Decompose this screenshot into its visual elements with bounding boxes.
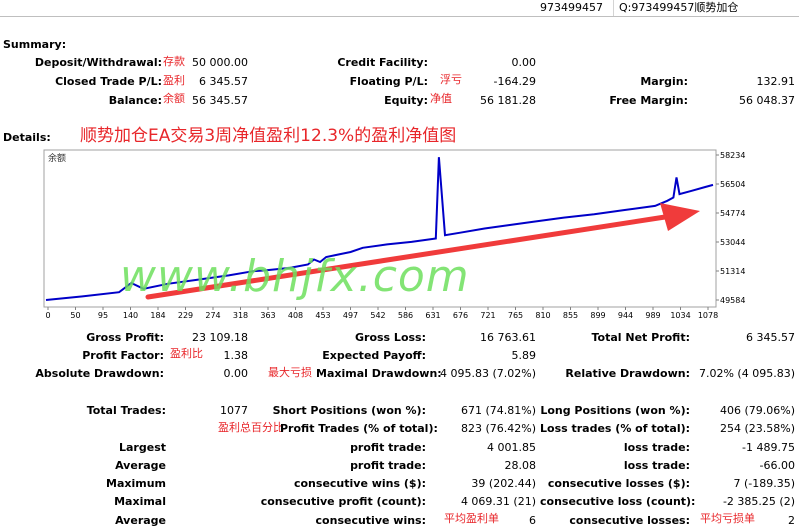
x-tick-label: 50 bbox=[70, 311, 80, 320]
x-tick-label: 497 bbox=[343, 311, 358, 320]
maximal-drawdown-note: 最大亏损 bbox=[268, 366, 312, 379]
average-loss-label: loss trade: bbox=[623, 459, 690, 472]
relative-drawdown-label: Relative Drawdown: bbox=[565, 367, 690, 380]
y-tick-label: 53044 bbox=[720, 238, 745, 247]
maximal-consecutive-profit-label: consecutive profit (count): bbox=[260, 495, 426, 508]
watermark: www.bhjfx.com bbox=[120, 251, 470, 302]
average-consecutive-label: Average bbox=[115, 514, 166, 527]
x-tick-label: 184 bbox=[150, 311, 165, 320]
x-tick-label: 586 bbox=[398, 311, 413, 320]
largest-profit-label: profit trade: bbox=[350, 441, 426, 454]
max-consecutive-losses-label: consecutive losses ($): bbox=[547, 477, 690, 490]
absolute-drawdown-value: 0.00 bbox=[223, 367, 249, 380]
max-consecutive-losses-value: 7 (-189.35) bbox=[733, 477, 795, 490]
x-tick-label: 944 bbox=[618, 311, 633, 320]
largest-profit-value: 4 001.85 bbox=[487, 441, 536, 454]
largest-loss-value: -1 489.75 bbox=[742, 441, 795, 454]
x-tick-label: 855 bbox=[563, 311, 578, 320]
long-positions-value: 406 (79.06%) bbox=[719, 404, 795, 417]
maximal-drawdown-value: 4 095.83 (7.02%) bbox=[439, 367, 536, 380]
avg-consecutive-losses-value: 2 bbox=[788, 514, 795, 527]
x-tick-label: 676 bbox=[453, 311, 468, 320]
largest-loss-label: loss trade: bbox=[623, 441, 690, 454]
profit-trades-label: Profit Trades (% of total): bbox=[280, 422, 438, 435]
x-tick-label: 95 bbox=[98, 311, 108, 320]
chart-inner-label: 余额 bbox=[48, 152, 66, 164]
gross-profit-value: 23 109.18 bbox=[192, 331, 248, 344]
x-tick-label: 631 bbox=[425, 311, 440, 320]
y-tick-label: 56504 bbox=[720, 180, 745, 189]
x-tick-label: 810 bbox=[535, 311, 550, 320]
maximum-label: Maximum bbox=[106, 477, 166, 490]
gross-loss-value: 16 763.61 bbox=[480, 331, 536, 344]
x-tick-label: 453 bbox=[315, 311, 330, 320]
x-tick-label: 542 bbox=[370, 311, 385, 320]
expected-payoff-label: Expected Payoff: bbox=[322, 349, 426, 362]
x-tick-label: 899 bbox=[590, 311, 605, 320]
expected-payoff-value: 5.89 bbox=[511, 349, 537, 362]
y-tick-label: 51314 bbox=[720, 267, 745, 276]
loss-trades-label: Loss trades (% of total): bbox=[540, 422, 691, 435]
avg-consecutive-wins-value: 6 bbox=[529, 514, 536, 527]
gross-loss-label: Gross Loss: bbox=[355, 331, 426, 344]
profit-factor-value: 1.38 bbox=[223, 349, 249, 362]
x-tick-label: 140 bbox=[123, 311, 138, 320]
max-consecutive-wins-value: 39 (202.44) bbox=[471, 477, 536, 490]
y-tick-label: 54774 bbox=[720, 209, 745, 218]
avg-consecutive-losses-note: 平均亏损单 bbox=[700, 512, 755, 525]
profit-factor-label: Profit Factor: bbox=[82, 349, 164, 362]
average-profit-label: profit trade: bbox=[350, 459, 426, 472]
average-profit-value: 28.08 bbox=[504, 459, 537, 472]
maximal-drawdown-label: Maximal Drawdown: bbox=[316, 367, 442, 380]
y-tick-label: 49584 bbox=[720, 296, 745, 305]
x-tick-label: 274 bbox=[205, 311, 220, 320]
total-trades-value: 1077 bbox=[220, 404, 248, 417]
maximal-label: Maximal bbox=[114, 495, 166, 508]
x-tick-label: 1078 bbox=[698, 311, 718, 320]
total-trades-label: Total Trades: bbox=[86, 404, 166, 417]
long-positions-label: Long Positions (won %): bbox=[540, 404, 690, 417]
maximal-consecutive-loss-label: consecutive loss (count): bbox=[540, 495, 696, 508]
avg-consecutive-wins-label: consecutive wins: bbox=[315, 514, 426, 527]
y-tick-label: 58234 bbox=[720, 151, 745, 160]
average-label: Average bbox=[115, 459, 166, 472]
maximal-consecutive-profit-value: 4 069.31 (21) bbox=[460, 495, 536, 508]
max-consecutive-wins-label: consecutive wins ($): bbox=[293, 477, 426, 490]
profit-factor-note: 盈利比 bbox=[170, 347, 203, 360]
relative-drawdown-value: 7.02% (4 095.83) bbox=[698, 367, 795, 380]
total-net-label: Total Net Profit: bbox=[591, 331, 691, 344]
avg-consecutive-losses-label: consecutive losses: bbox=[569, 514, 690, 527]
x-tick-label: 363 bbox=[260, 311, 275, 320]
x-tick-label: 989 bbox=[645, 311, 660, 320]
x-tick-label: 318 bbox=[233, 311, 248, 320]
profit-trades-note: 盈利总百分比 bbox=[218, 421, 284, 434]
maximal-consecutive-loss-value: -2 385.25 (2) bbox=[722, 495, 795, 508]
average-loss-value: -66.00 bbox=[759, 459, 795, 472]
x-tick-label: 0 bbox=[45, 311, 50, 320]
x-tick-label: 229 bbox=[178, 311, 193, 320]
x-tick-label: 765 bbox=[508, 311, 523, 320]
x-tick-label: 1034 bbox=[670, 311, 690, 320]
largest-label: Largest bbox=[119, 441, 166, 454]
short-positions-label: Short Positions (won %): bbox=[272, 404, 426, 417]
x-tick-label: 721 bbox=[480, 311, 495, 320]
avg-consecutive-wins-note: 平均盈利单 bbox=[444, 512, 499, 525]
total-net-value: 6 345.57 bbox=[746, 331, 795, 344]
loss-trades-value: 254 (23.58%) bbox=[719, 422, 795, 435]
profit-trades-value: 823 (76.42%) bbox=[460, 422, 536, 435]
x-tick-label: 408 bbox=[288, 311, 303, 320]
absolute-drawdown-label: Absolute Drawdown: bbox=[35, 367, 164, 380]
gross-profit-label: Gross Profit: bbox=[86, 331, 164, 344]
short-positions-value: 671 (74.81%) bbox=[460, 404, 536, 417]
